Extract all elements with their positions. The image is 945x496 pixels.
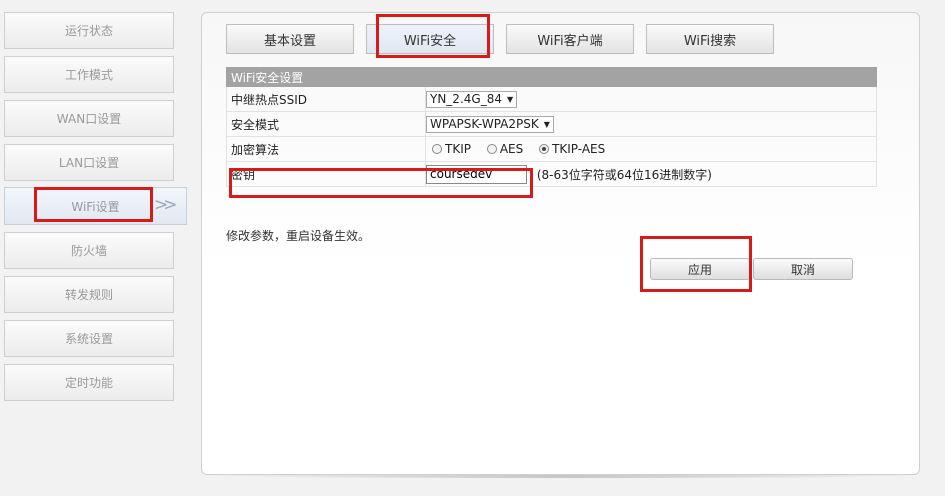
radio-aes[interactable] — [486, 144, 497, 155]
sidebar-item-work-mode[interactable]: 工作模式 — [4, 56, 174, 93]
radio-tkip-label: TKIP — [445, 142, 471, 157]
form-row-ssid: 中继热点SSID YN_2.4G_84 ▼ — [226, 86, 877, 112]
form-row-key: 密钥 (8-63位字符或64位16进制数字) — [226, 161, 877, 187]
tab-label: 基本设置 — [263, 33, 316, 49]
tab-wifi-search[interactable]: WiFi搜索 — [646, 24, 774, 54]
dropdown-arrow-icon: ▼ — [506, 94, 514, 104]
tab-label: WiFi安全 — [403, 33, 457, 49]
key-input[interactable] — [426, 164, 527, 184]
sidebar-item-label: 定时功能 — [64, 376, 113, 390]
encryption-label: 加密算法 — [226, 136, 426, 162]
key-hint: (8-63位字符或64位16进制数字) — [536, 167, 712, 182]
double-chevron-right-icon: >> — [154, 195, 177, 215]
sidebar-item-forwarding[interactable]: 转发规则 — [4, 276, 174, 313]
security-mode-select[interactable]: WPAPSK-WPA2PSK ▼ — [426, 115, 554, 133]
tab-label: WiFi客户端 — [537, 33, 603, 49]
apply-button[interactable]: 应用 — [650, 258, 750, 280]
sidebar-item-lan[interactable]: LAN口设置 — [4, 144, 174, 181]
ssid-select[interactable]: YN_2.4G_84 ▼ — [426, 90, 518, 108]
dropdown-arrow-icon: ▼ — [543, 119, 550, 129]
radio-aes-label: AES — [499, 142, 524, 157]
sidebar-item-label: LAN口设置 — [58, 156, 120, 170]
form-row-security-mode: 安全模式 WPAPSK-WPA2PSK ▼ — [226, 111, 877, 137]
sidebar-item-label: 防火墙 — [70, 244, 107, 258]
sidebar-item-label: 转发规则 — [64, 288, 113, 302]
sidebar-item-label: 系统设置 — [64, 332, 113, 346]
sidebar-item-firewall[interactable]: 防火墙 — [4, 232, 174, 269]
sidebar-item-label: WAN口设置 — [56, 112, 122, 126]
sidebar-item-label: 工作模式 — [64, 68, 113, 82]
sidebar-item-schedule[interactable]: 定时功能 — [4, 364, 174, 401]
security-mode-value: WPAPSK-WPA2PSK — [430, 117, 539, 131]
restart-note: 修改参数，重启设备生效。 — [226, 229, 371, 243]
sidebar-item-system[interactable]: 系统设置 — [4, 320, 174, 357]
tab-wifi-client[interactable]: WiFi客户端 — [506, 24, 634, 54]
radio-tkip[interactable] — [432, 144, 442, 155]
ssid-value: YN_2.4G_84 — [430, 92, 502, 106]
ssid-label: 中继热点SSID — [226, 86, 426, 112]
radio-tkip-aes-label: TKIP-AES — [552, 142, 606, 157]
sidebar-item-label: 运行状态 — [64, 24, 113, 38]
form-row-encryption: 加密算法 TKIP AES TKIP-AES — [226, 136, 877, 162]
tab-label: WiFi搜索 — [683, 33, 737, 49]
security-mode-label: 安全模式 — [226, 111, 426, 137]
section-header-row: WiFi安全设置 — [226, 67, 877, 87]
radio-tkip-aes[interactable] — [539, 144, 550, 155]
tab-wifi-security[interactable]: WiFi安全 — [366, 24, 494, 54]
cancel-button[interactable]: 取消 — [753, 258, 853, 280]
sidebar-item-wan[interactable]: WAN口设置 — [4, 100, 174, 137]
sidebar-item-status[interactable]: 运行状态 — [4, 12, 174, 49]
tab-basic-settings[interactable]: 基本设置 — [226, 24, 354, 54]
sidebar-item-label: WiFi设置 — [71, 199, 120, 214]
wifi-security-form: WiFi安全设置 中继热点SSID YN_2.4G_84 ▼ 安全模式 WPAP… — [226, 67, 877, 187]
key-label: 密钥 — [226, 161, 426, 187]
section-title: WiFi安全设置 — [226, 67, 877, 87]
